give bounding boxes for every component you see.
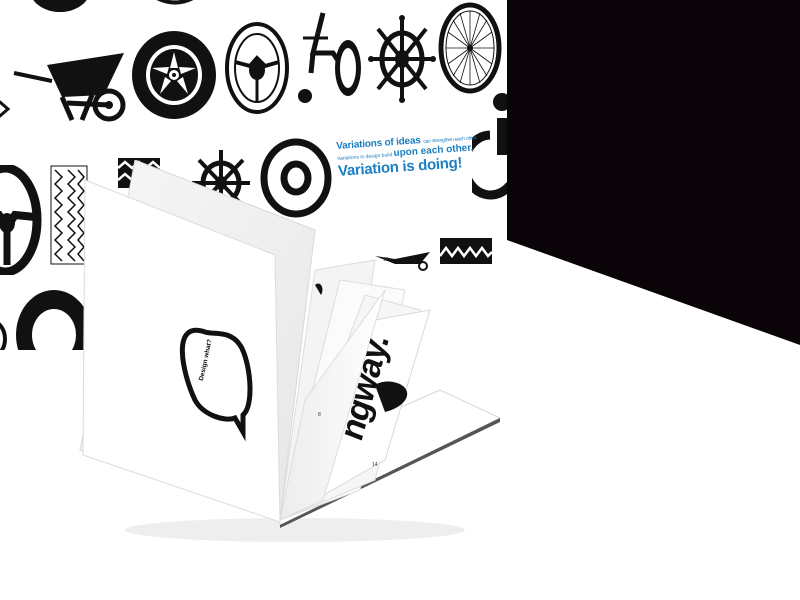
wheelchair-icon [293, 8, 363, 108]
page-number-4: 16 [376, 352, 382, 358]
open-booklet [75, 160, 505, 545]
black-shape-icon [30, 0, 90, 15]
arrow-fragment-icon [0, 95, 12, 123]
wheelbarrow-icon [12, 45, 127, 125]
ship-wheel-icon [368, 15, 436, 103]
bicycle-wheel-icon [438, 2, 502, 94]
page-number-3: 14 [372, 462, 378, 468]
page-number-2: 8 [318, 412, 321, 418]
page-number-1: 18 [383, 257, 389, 263]
arc-fragment-icon [140, 0, 210, 10]
dark-wall-edge [507, 240, 800, 350]
large-steering-wheel-icon [0, 165, 43, 275]
steering-wheel-icon [225, 20, 290, 115]
photo-scene: Variations of ideas can strengthen each … [0, 0, 800, 600]
car-wheel-icon [130, 30, 218, 120]
partial-circle-icon [0, 315, 10, 352]
